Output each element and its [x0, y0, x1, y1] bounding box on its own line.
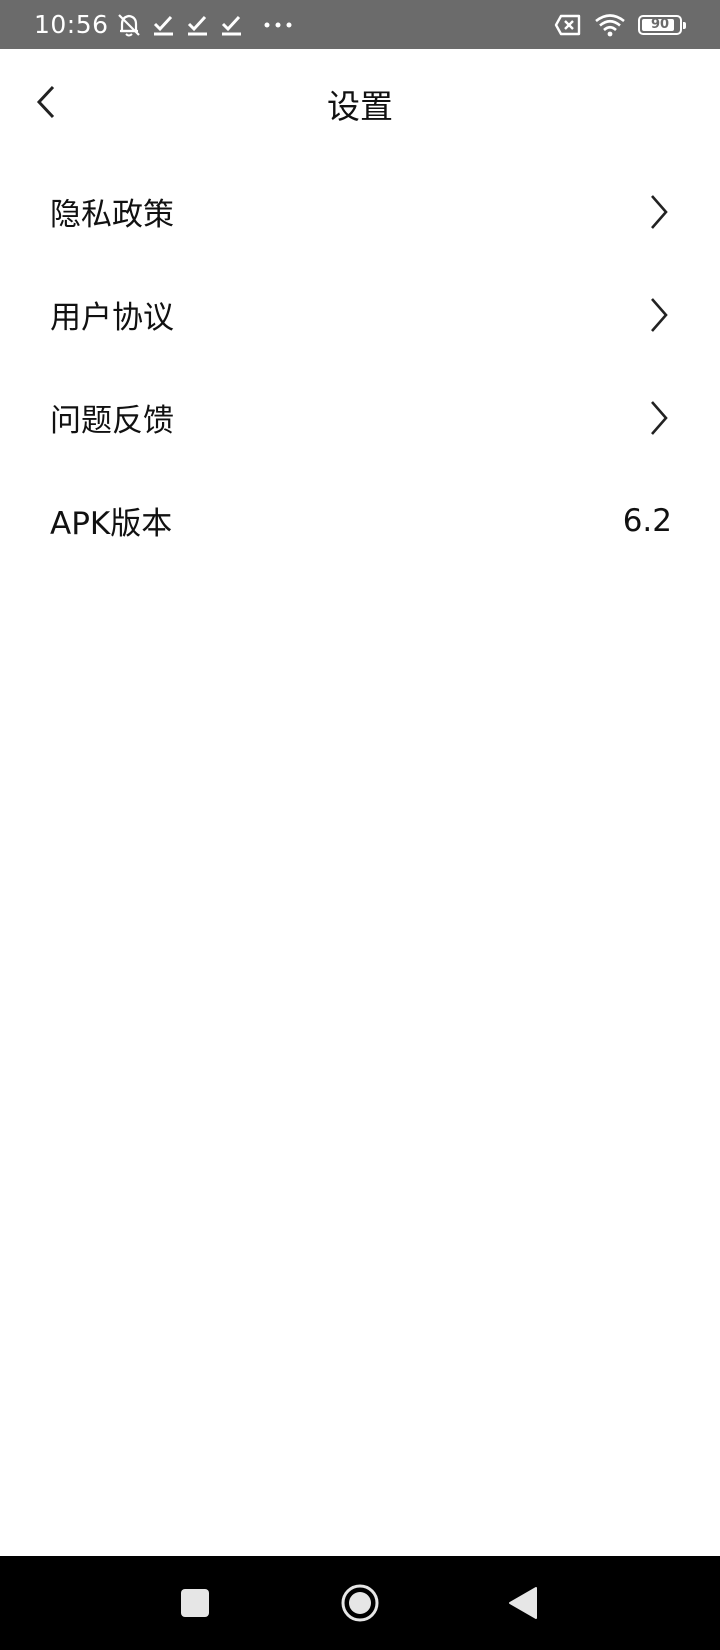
settings-list: 隐私政策 用户协议 问题反馈 APK版本 6.2 [0, 160, 720, 572]
settings-item-label: 用户协议 [50, 300, 174, 336]
chevron-right-icon [648, 295, 672, 335]
home-circle-icon[interactable] [340, 1583, 380, 1623]
page-title: 设置 [327, 87, 393, 126]
check-icon [185, 13, 211, 37]
system-nav-bar [0, 1556, 720, 1650]
page-header: 设置 [0, 49, 720, 159]
notification-icons [115, 12, 293, 38]
battery-icon: 90 [638, 14, 686, 35]
status-bar: 10:56 90 [0, 0, 720, 49]
settings-item-label: APK版本 [50, 506, 173, 542]
apk-version-value: 6.2 [622, 502, 672, 539]
settings-item-label: 问题反馈 [50, 403, 174, 439]
settings-item-privacy-policy[interactable]: 隐私政策 [0, 160, 720, 263]
back-triangle-icon[interactable] [506, 1585, 540, 1621]
settings-item-user-agreement[interactable]: 用户协议 [0, 263, 720, 366]
recents-square-icon[interactable] [178, 1586, 212, 1620]
muted-bell-icon [115, 12, 143, 38]
chevron-left-icon[interactable] [22, 78, 70, 126]
more-dots-icon [263, 20, 293, 30]
check-icon [219, 13, 245, 37]
settings-item-label: 隐私政策 [50, 197, 174, 233]
chevron-right-icon [648, 398, 672, 438]
check-icon [151, 13, 177, 37]
status-time: 10:56 [34, 10, 109, 39]
chevron-right-icon [648, 192, 672, 232]
sim-x-icon [554, 14, 582, 36]
system-icons: 90 [554, 0, 686, 49]
settings-item-feedback[interactable]: 问题反馈 [0, 366, 720, 469]
wifi-icon [594, 13, 626, 37]
battery-level: 90 [650, 17, 670, 32]
settings-item-apk-version: APK版本 6.2 [0, 469, 720, 572]
